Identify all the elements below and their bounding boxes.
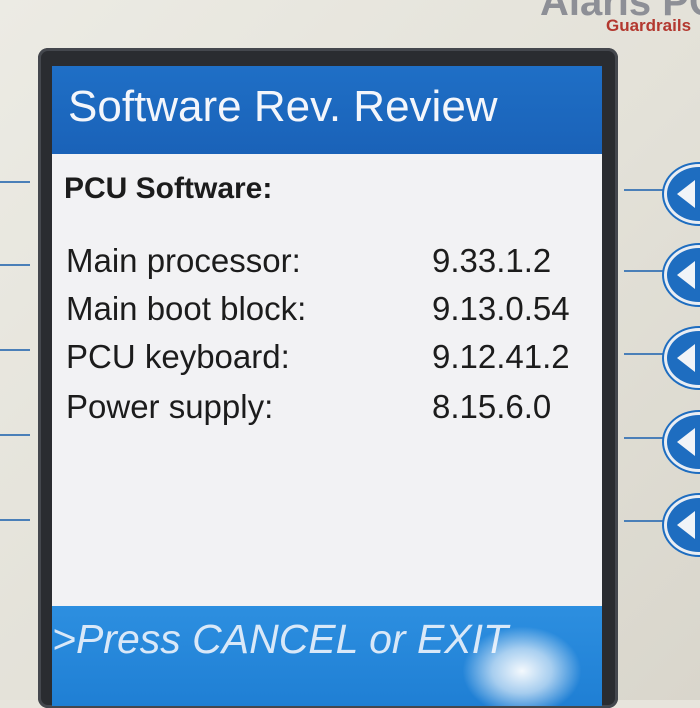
right-softkey-lead bbox=[624, 437, 670, 439]
left-arrow-icon bbox=[677, 428, 695, 456]
right-softkey-lead bbox=[624, 520, 670, 522]
softkey-4[interactable] bbox=[664, 412, 700, 472]
row-label: PCU keyboard: bbox=[66, 338, 290, 375]
footer-prompt: >Press CANCEL or EXIT bbox=[52, 616, 509, 662]
softkey-1[interactable] bbox=[664, 164, 700, 224]
section-label: PCU Software: bbox=[64, 172, 273, 205]
softkey-5[interactable] bbox=[664, 495, 700, 555]
row-label: Power supply: bbox=[66, 388, 274, 425]
left-arrow-icon bbox=[677, 344, 695, 372]
row-value: 9.12.41.2 bbox=[432, 338, 570, 375]
row-label: Main processor: bbox=[66, 242, 301, 279]
row-label: Main boot block: bbox=[66, 290, 307, 327]
screen-title: Software Rev. Review bbox=[68, 82, 498, 131]
version-row-power-supply: Power supply: 8.15.6.0 bbox=[52, 388, 602, 434]
device-brand-sub: Guardrails bbox=[606, 16, 692, 35]
row-value: 9.13.0.54 bbox=[432, 290, 570, 327]
left-softkey-lead bbox=[0, 349, 30, 351]
softkey-2[interactable] bbox=[664, 245, 700, 305]
right-softkey-lead bbox=[624, 353, 670, 355]
left-arrow-icon bbox=[677, 261, 695, 289]
display-screen: Software Rev. Review PCU Software: Main … bbox=[52, 66, 602, 706]
title-bar: Software Rev. Review bbox=[52, 66, 602, 154]
softkey-3[interactable] bbox=[664, 328, 700, 388]
version-row-main-processor: Main processor: 9.33.1.2 bbox=[52, 242, 602, 288]
device-casing: Alaris PC Guardrails Software Rev. Revie… bbox=[0, 0, 700, 708]
left-arrow-icon bbox=[677, 180, 695, 208]
footer-bar: >Press CANCEL or EXIT bbox=[52, 606, 602, 706]
left-softkey-lead bbox=[0, 181, 30, 183]
right-softkey-lead bbox=[624, 189, 670, 191]
right-softkey-lead bbox=[624, 270, 670, 272]
row-value: 8.15.6.0 bbox=[432, 388, 552, 425]
row-value: 9.33.1.2 bbox=[432, 242, 552, 279]
version-row-main-boot-block: Main boot block: 9.13.0.54 bbox=[52, 290, 602, 336]
left-arrow-icon bbox=[677, 511, 695, 539]
left-softkey-lead bbox=[0, 434, 30, 436]
version-row-pcu-keyboard: PCU keyboard: 9.12.41.2 bbox=[52, 338, 602, 384]
left-softkey-lead bbox=[0, 519, 30, 521]
left-softkey-lead bbox=[0, 264, 30, 266]
